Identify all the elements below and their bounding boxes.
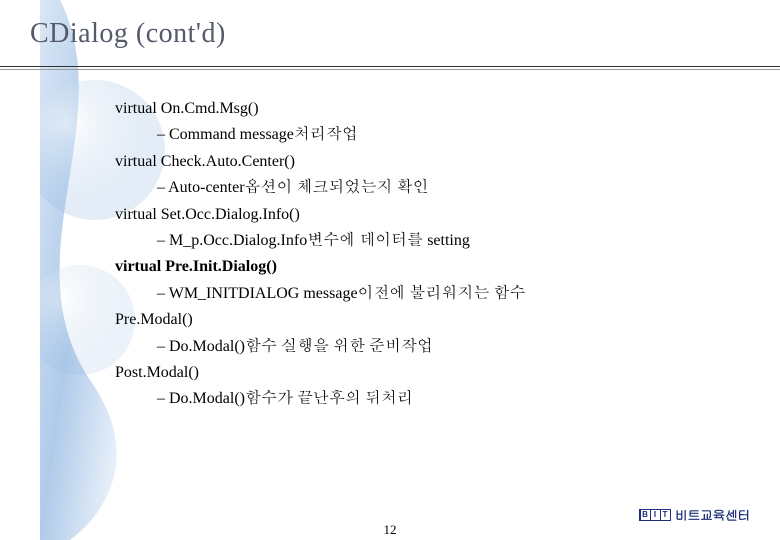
content-body: virtual On.Cmd.Msg()– Command message처리작… <box>0 56 780 413</box>
brand-logo-letter: T <box>661 510 670 520</box>
brand-logo: B I T <box>639 509 671 521</box>
slide-title: CDialog (cont'd) <box>30 18 780 50</box>
item-desc: – Command message처리작업 <box>115 122 740 148</box>
brand-logo-letter: B <box>641 510 650 520</box>
item-head: Post.Modal() <box>115 360 740 386</box>
item-desc: – M_p.Occ.Dialog.Info변수에 데이터를 setting <box>115 228 740 254</box>
brand-logo-letter: I <box>651 510 660 520</box>
page-number: 12 <box>0 522 780 538</box>
brand-text: 비트교육센터 <box>675 505 750 524</box>
item-head: Pre.Modal() <box>115 307 740 333</box>
item-head: virtual Check.Auto.Center() <box>115 149 740 175</box>
item-head: virtual On.Cmd.Msg() <box>115 96 740 122</box>
item-desc: – WM_INITDIALOG message이전에 불리워지는 함수 <box>115 281 740 307</box>
item-head: virtual Set.Occ.Dialog.Info() <box>115 202 740 228</box>
item-desc: – Do.Modal()함수가 끝난후의 뒤처리 <box>115 386 740 412</box>
brand: B I T 비트교육센터 <box>639 505 750 524</box>
item-desc: – Auto-center옵션이 체크되었는지 확인 <box>115 175 740 201</box>
item-head: virtual Pre.Init.Dialog() <box>115 254 740 280</box>
item-desc: – Do.Modal()함수 실행을 위한 준비작업 <box>115 334 740 360</box>
